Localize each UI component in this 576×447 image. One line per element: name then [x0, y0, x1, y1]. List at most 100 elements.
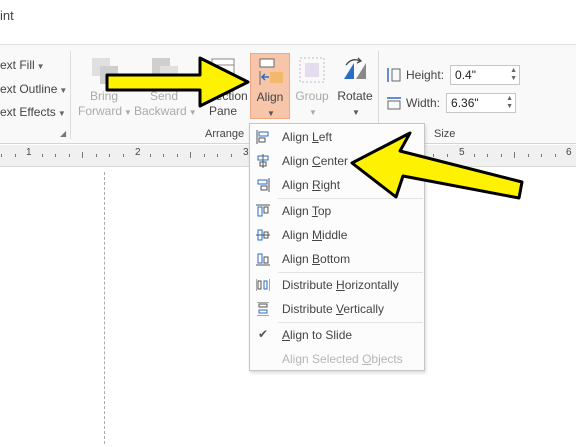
menu-item-align-to-slide[interactable]: ✔ Align to Slide — [250, 324, 424, 346]
menu-item-align-center[interactable]: Align Center — [250, 150, 424, 172]
menu-item-label: Distribute Vertically — [282, 302, 385, 316]
chevron-down-icon: ▼ — [57, 109, 66, 118]
ruler-tick — [487, 154, 488, 157]
menu-item-align-selected-objects: Align Selected Objects — [250, 348, 424, 370]
send-backward-label-2: Backward — [134, 104, 187, 118]
title-bar: int — [0, 0, 576, 30]
chevron-down-icon: ▼ — [352, 108, 360, 117]
ruler-tick — [123, 154, 124, 157]
ruler-tick — [15, 154, 16, 157]
dialog-launcher-icon[interactable]: ◢ — [60, 129, 66, 138]
align-right-icon — [257, 178, 270, 192]
menu-item-align-left[interactable]: Align Left — [250, 126, 424, 148]
menu-item-label: Align Left — [282, 130, 333, 144]
distribute-horizontally-icon — [256, 279, 270, 291]
menu-separator — [278, 272, 423, 273]
selection-pane-label-1: Selection — [198, 89, 248, 103]
text-outline-button[interactable]: ext Outline ▼ — [0, 82, 67, 96]
chevron-down-icon: ▼ — [59, 86, 68, 95]
size-group-label: Size — [434, 128, 456, 140]
ruler-tick — [163, 154, 164, 157]
selection-pane-icon — [208, 55, 238, 85]
menu-item-align-top[interactable]: Align Top — [250, 200, 424, 222]
menu-item-label: Align Selected Objects — [282, 352, 403, 366]
ruler-number: 1 — [26, 147, 32, 158]
group-button[interactable]: Group ▼ — [292, 55, 332, 120]
rotate-button[interactable]: Rotate ▼ — [334, 55, 376, 120]
ruler-tick — [109, 154, 110, 157]
ruler-tick — [231, 154, 232, 157]
shape-width-icon — [387, 97, 401, 110]
align-top-icon — [256, 204, 270, 217]
menu-item-align-middle[interactable]: Align Middle — [250, 224, 424, 246]
ruler-tick — [150, 154, 151, 157]
width-input[interactable]: 6.36" ▲ ▼ — [446, 93, 517, 113]
height-label: Height: — [406, 68, 445, 82]
menu-item-label: Align Right — [282, 178, 341, 192]
checkmark-icon: ✔ — [258, 327, 269, 341]
align-button[interactable]: Align ▼ — [250, 53, 290, 119]
powerpoint-window: int ext Fill ▼ ext Outline ▼ ext Effects ▼ … — [0, 0, 576, 447]
text-outline-label: ext Outline — [0, 82, 58, 96]
window-title: int — [0, 8, 14, 23]
menu-item-align-right[interactable]: Align Right — [250, 174, 424, 196]
ruler-tick — [1, 154, 2, 157]
ruler-tick — [501, 154, 502, 157]
menu-item-distribute-vertically[interactable]: Distribute Vertically — [250, 298, 424, 320]
ruler-number: 5 — [459, 147, 465, 158]
ruler-tick — [204, 154, 205, 157]
menu-item-label: Align to Slide — [282, 328, 353, 342]
rotate-icon — [340, 55, 370, 85]
ruler-tick — [474, 154, 475, 157]
text-effects-button[interactable]: ext Effects ▼ — [0, 105, 66, 119]
ruler-tick — [177, 154, 178, 157]
width-control: Width: 6.36" ▲ ▼ — [386, 93, 517, 113]
menu-separator — [278, 198, 423, 199]
ruler-number: 6 — [566, 147, 572, 158]
align-label: Align — [256, 90, 284, 104]
menu-separator — [278, 322, 423, 323]
text-fill-button[interactable]: ext Fill ▼ — [0, 58, 45, 72]
selection-pane-button[interactable]: Selection Pane — [196, 55, 250, 119]
spinner-arrows-icon[interactable]: ▲ ▼ — [510, 67, 517, 83]
width-value: 6.36" — [451, 96, 479, 110]
menu-item-distribute-horizontally[interactable]: Distribute Horizontally — [250, 274, 424, 296]
group-label: Group — [295, 89, 329, 103]
chevron-down-icon: ▼ — [124, 108, 132, 117]
width-label: Width: — [406, 96, 441, 110]
ruler-tick — [190, 152, 191, 158]
text-fill-label: ext Fill — [0, 58, 35, 72]
menu-item-align-bottom[interactable]: Align Bottom — [250, 248, 424, 270]
bring-forward-button[interactable]: Bring Forward ▼ — [78, 55, 132, 120]
ruler-tick — [514, 152, 515, 158]
ruler-tick — [541, 154, 542, 157]
ruler-tick — [96, 154, 97, 157]
text-effects-label: ext Effects — [0, 105, 56, 119]
align-middle-icon — [256, 229, 270, 241]
bring-forward-label-2: Forward — [78, 104, 123, 118]
group-divider — [70, 51, 71, 139]
menu-item-label: Align Bottom — [282, 252, 351, 266]
ruler-tick — [69, 154, 70, 157]
ruler-tick — [447, 154, 448, 157]
ruler-tick — [528, 154, 529, 157]
align-dropdown-menu: Align Left Align Center Align Right Alig… — [249, 123, 425, 371]
spinner-arrows-icon[interactable]: ▲ ▼ — [506, 95, 513, 111]
height-input[interactable]: 0.4" ▲ ▼ — [450, 65, 521, 85]
menu-item-label: Align Center — [282, 154, 349, 168]
shape-height-icon — [387, 68, 401, 82]
ruler-tick — [217, 154, 218, 157]
group-icon — [297, 55, 327, 85]
ruler-tick — [433, 154, 434, 157]
ruler-number: 3 — [243, 147, 249, 158]
align-center-icon — [257, 154, 269, 168]
arrange-group-label: Arrange — [205, 128, 245, 140]
align-bottom-icon — [256, 253, 270, 266]
height-value: 0.4" — [455, 68, 476, 82]
chevron-down-icon: ▼ — [267, 109, 275, 118]
ruler-tick — [82, 152, 83, 158]
send-backward-button[interactable]: Send Backward ▼ — [134, 55, 197, 120]
menu-item-label: Distribute Horizontally — [282, 278, 399, 292]
distribute-vertically-icon — [257, 302, 269, 316]
rotate-label: Rotate — [337, 89, 373, 103]
